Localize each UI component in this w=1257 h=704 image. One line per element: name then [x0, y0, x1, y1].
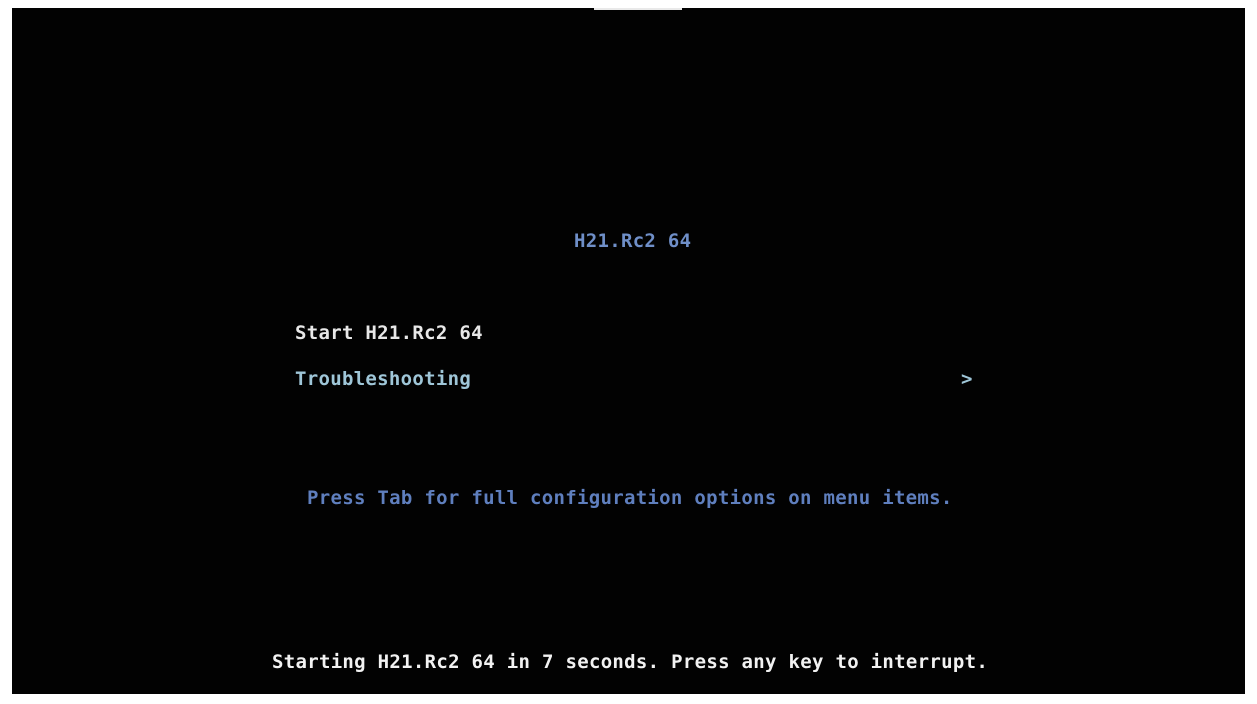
boot-menu-title: H21.Rc2 64 — [574, 230, 692, 252]
menu-item-start-label: Start H21.Rc2 64 — [295, 322, 483, 344]
chevron-right-icon: > — [961, 368, 973, 390]
menu-item-troubleshooting[interactable]: Troubleshooting > — [295, 368, 975, 394]
configuration-hint: Press Tab for full configuration options… — [307, 487, 953, 509]
boot-screen: H21.Rc2 64 Start H21.Rc2 64 Troubleshoot… — [12, 8, 1245, 694]
boot-countdown-message: Starting H21.Rc2 64 in 7 seconds. Press … — [272, 651, 989, 673]
top-edge-marker — [594, 8, 682, 10]
menu-item-troubleshooting-label: Troubleshooting — [295, 368, 472, 390]
menu-item-start[interactable]: Start H21.Rc2 64 — [295, 322, 975, 348]
